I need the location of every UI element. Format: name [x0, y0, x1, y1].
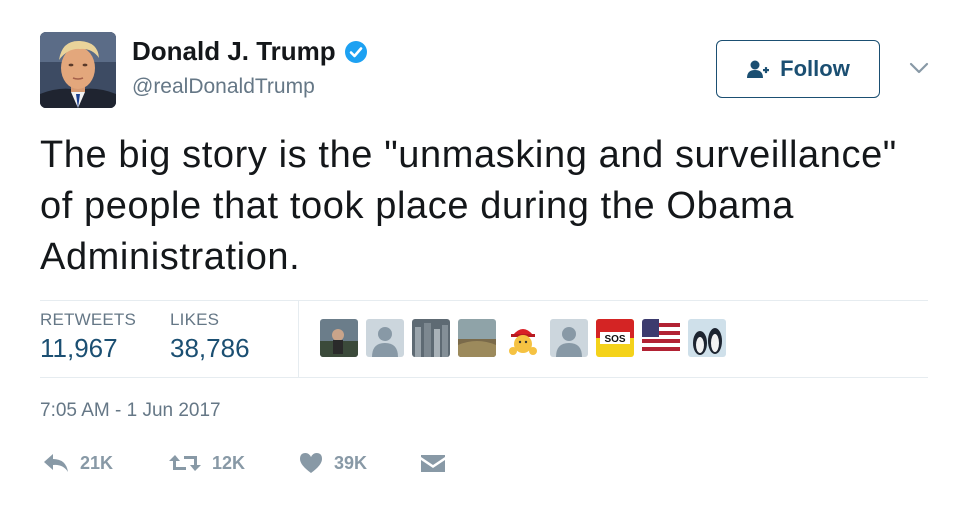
- direct-message-button[interactable]: [420, 446, 446, 480]
- profile-photo: [40, 32, 116, 108]
- likes-label: LIKES: [170, 310, 220, 329]
- name-block[interactable]: Donald J. Trump @realDonaldTrump: [132, 36, 368, 99]
- retweets-count: 11,967: [40, 333, 118, 363]
- chevron-down-icon[interactable]: [908, 57, 930, 79]
- heart-icon: [300, 453, 322, 473]
- liker-avatar[interactable]: [688, 319, 726, 357]
- liker-avatar[interactable]: SOS: [596, 319, 634, 357]
- liker-avatars: SOS: [320, 319, 726, 359]
- tweet-stats: RETWEETS 11,967 LIKES 38,786 SOS: [40, 300, 928, 378]
- retweet-button[interactable]: 12K: [168, 446, 245, 480]
- tweet-timestamp[interactable]: 7:05 AM - 1 Jun 2017: [40, 400, 221, 422]
- liker-avatar[interactable]: [366, 319, 404, 357]
- add-user-icon: [747, 60, 770, 78]
- svg-text:SOS: SOS: [604, 334, 625, 345]
- retweets-label: RETWEETS: [40, 310, 137, 329]
- liker-avatar[interactable]: [504, 319, 542, 357]
- liker-avatar[interactable]: [550, 319, 588, 357]
- retweet-count: 12K: [212, 452, 246, 473]
- liker-avatar[interactable]: [412, 319, 450, 357]
- likes-stat[interactable]: LIKES 38,786: [170, 310, 250, 364]
- like-count: 39K: [334, 452, 368, 473]
- retweets-stat[interactable]: RETWEETS 11,967: [40, 310, 136, 364]
- reply-button[interactable]: 21K: [42, 446, 113, 480]
- user-handle[interactable]: @realDonaldTrump: [132, 75, 368, 99]
- display-name[interactable]: Donald J. Trump: [132, 36, 368, 67]
- likes-count: 38,786: [170, 333, 250, 363]
- follow-label: Follow: [780, 56, 850, 81]
- reply-icon: [44, 454, 68, 472]
- tweet-text: The big story is the "unmasking and surv…: [40, 134, 897, 278]
- reply-count: 21K: [80, 452, 114, 473]
- follow-button[interactable]: Follow: [716, 40, 880, 98]
- tweet-header: Donald J. Trump @realDonaldTrump Follow: [40, 30, 940, 110]
- like-button[interactable]: 39K: [298, 446, 367, 480]
- profile-avatar[interactable]: [40, 32, 116, 108]
- display-name-text: Donald J. Trump: [132, 36, 336, 66]
- liker-avatar[interactable]: [320, 319, 358, 357]
- liker-avatar[interactable]: [458, 319, 496, 357]
- verified-badge-icon: [344, 40, 367, 63]
- stats-divider: [298, 301, 299, 377]
- liker-avatar[interactable]: [642, 319, 680, 357]
- retweet-icon: [169, 455, 201, 471]
- envelope-icon: [421, 455, 445, 472]
